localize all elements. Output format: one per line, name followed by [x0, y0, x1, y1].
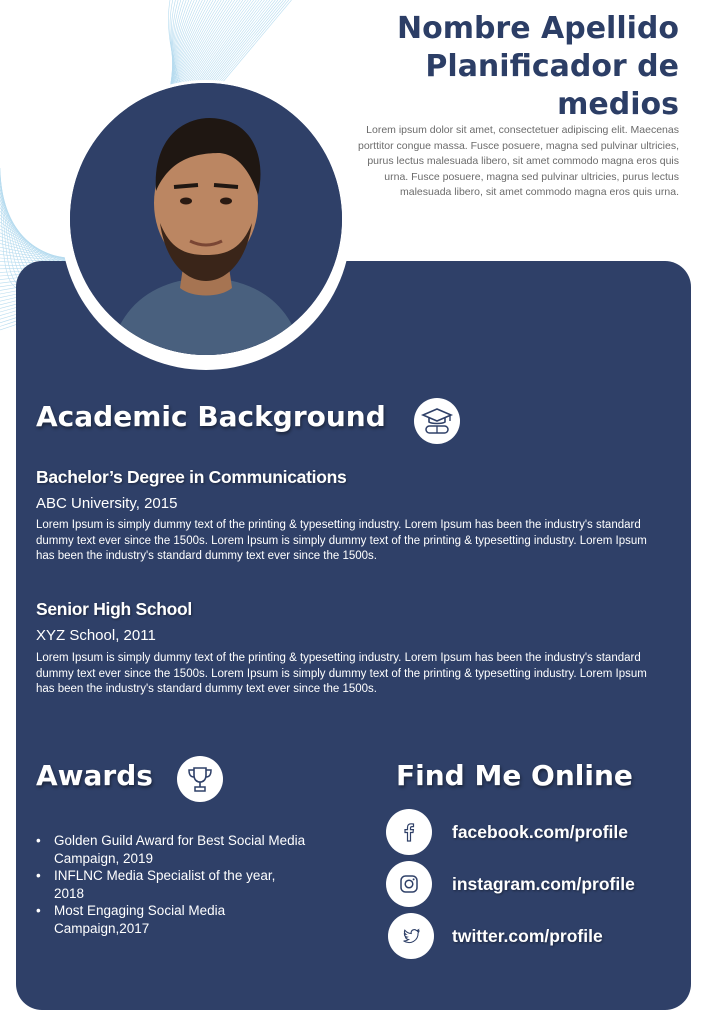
degree-title-2: Senior High School: [36, 599, 192, 619]
degree-description-2: Lorem Ipsum is simply dummy text of the …: [36, 652, 647, 695]
degree-title-1: Bachelor’s Degree in Communications: [36, 467, 347, 487]
facebook-icon[interactable]: [386, 809, 432, 855]
awards-list: Golden Guild Award for Best Social Media…: [36, 832, 306, 937]
award-item: Golden Guild Award for Best Social Media…: [36, 832, 306, 867]
institution-2: XYZ School, 2011: [36, 627, 156, 644]
job-title-line-2: medios: [557, 87, 679, 122]
instagram-icon[interactable]: [386, 861, 432, 907]
instagram-link[interactable]: instagram.com/profile: [452, 874, 635, 895]
award-item: Most Engaging Social Media Campaign,2017: [36, 902, 306, 937]
awards-heading: Awards: [36, 759, 153, 792]
graduation-cap-diploma-icon: [414, 398, 460, 444]
twitter-link[interactable]: twitter.com/profile: [452, 926, 603, 947]
job-title-line-1: Planificador de: [425, 49, 679, 84]
twitter-icon[interactable]: [388, 913, 434, 959]
degree-description-1: Lorem Ipsum is simply dummy text of the …: [36, 519, 647, 562]
trophy-icon: [177, 756, 223, 802]
profile-photo: [70, 83, 342, 355]
academic-background-heading: Academic Background: [36, 400, 386, 433]
award-item: INFLNC Media Specialist of the year, 201…: [36, 867, 306, 902]
person-name: Nombre Apellido: [396, 11, 679, 46]
intro-paragraph: Lorem ipsum dolor sit amet, consectetuer…: [358, 124, 679, 198]
header-title: Nombre Apellido Planificador de medios: [349, 10, 679, 124]
institution-1: ABC University, 2015: [36, 495, 178, 512]
facebook-link[interactable]: facebook.com/profile: [452, 822, 628, 843]
person-portrait-icon: [70, 83, 342, 355]
find-me-online-heading: Find Me Online: [396, 759, 633, 792]
